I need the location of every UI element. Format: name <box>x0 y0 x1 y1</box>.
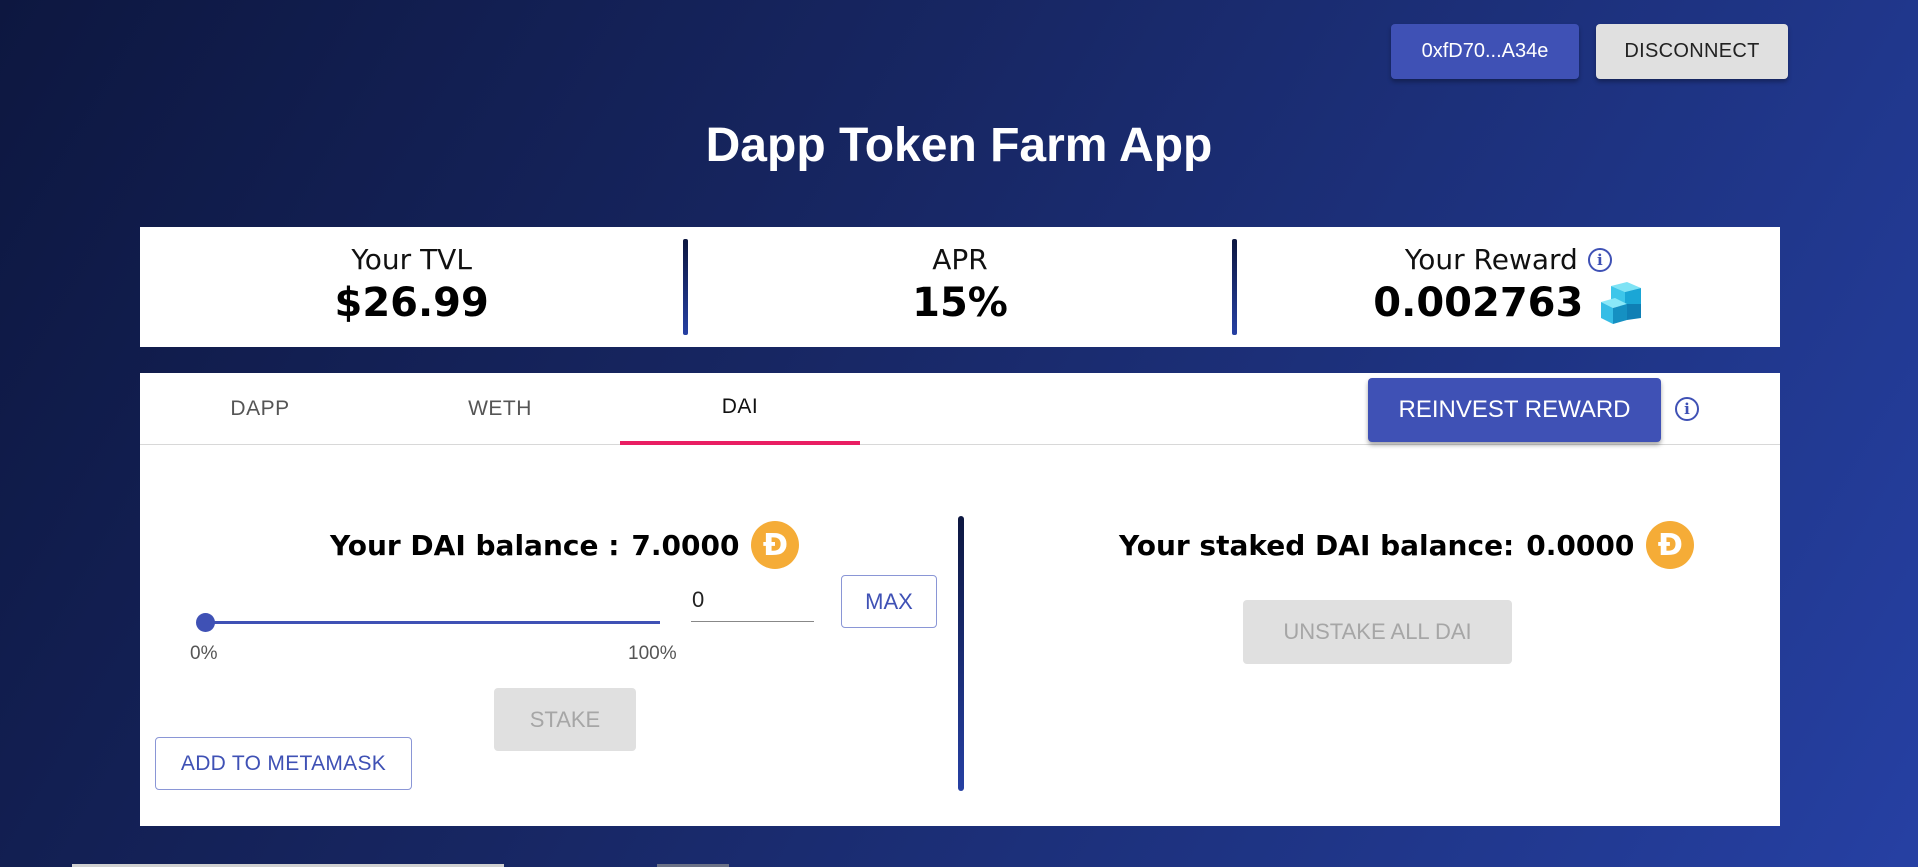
apr-value: 15% <box>912 280 1008 326</box>
stats-panel: Your TVL $26.99 APR 15% Your Reward i 0.… <box>140 227 1780 347</box>
unstake-all-button[interactable]: UNSTAKE ALL DAI <box>1243 600 1512 664</box>
staked-balance-value: 0.0000 <box>1526 528 1635 562</box>
wallet-address-button[interactable]: 0xfD70...A34e <box>1391 24 1579 79</box>
stake-button[interactable]: STAKE <box>494 688 636 751</box>
dai-coin-icon: Đ <box>751 521 800 569</box>
dapp-token-cube-icon <box>1601 282 1642 324</box>
max-button[interactable]: MAX <box>841 575 937 628</box>
apr-stat: APR 15% <box>688 227 1231 347</box>
page-title: Dapp Token Farm App <box>705 119 1213 172</box>
dai-coin-icon: Đ <box>1646 521 1695 569</box>
info-icon[interactable]: i <box>1675 397 1699 421</box>
reward-value: 0.002763 <box>1373 280 1584 326</box>
token-tabs: DAPP WETH DAI REINVEST REWARD i <box>140 373 1780 445</box>
tvl-value: $26.99 <box>334 280 489 326</box>
dai-balance-row: Your DAI balance : 7.0000 Đ <box>330 521 800 569</box>
stake-amount-input[interactable] <box>691 578 814 622</box>
dai-balance-value: 7.0000 <box>631 528 740 562</box>
apr-label: APR <box>932 243 988 276</box>
reward-stat: Your Reward i 0.002763 <box>1237 227 1780 347</box>
dai-balance-label: Your DAI balance : <box>330 528 620 562</box>
reward-label-row: Your Reward i <box>1405 243 1612 276</box>
add-to-metamask-button[interactable]: ADD TO METAMASK <box>155 737 412 790</box>
info-icon[interactable]: i <box>1587 247 1612 272</box>
tvl-label: Your TVL <box>351 243 472 276</box>
staked-balance-row: Your staked DAI balance: 0.0000 Đ <box>1119 521 1695 569</box>
main-panel: DAPP WETH DAI REINVEST REWARD i Your DAI… <box>140 373 1780 826</box>
stake-slider-track[interactable] <box>205 621 660 624</box>
slider-min-label: 0% <box>190 643 218 664</box>
disconnect-button[interactable]: DISCONNECT <box>1596 24 1788 79</box>
panel-divider <box>958 516 964 791</box>
slider-max-label: 100% <box>628 643 677 664</box>
tab-weth[interactable]: WETH <box>380 373 620 445</box>
reward-value-row: 0.002763 <box>1373 280 1643 326</box>
tab-dapp[interactable]: DAPP <box>140 373 380 445</box>
stake-slider-thumb[interactable] <box>196 613 215 632</box>
tvl-stat: Your TVL $26.99 <box>140 227 683 347</box>
tab-dai[interactable]: DAI <box>620 373 860 445</box>
staked-balance-label: Your staked DAI balance: <box>1119 528 1515 562</box>
reinvest-reward-button[interactable]: REINVEST REWARD <box>1368 378 1661 442</box>
reward-label: Your Reward <box>1404 243 1578 276</box>
